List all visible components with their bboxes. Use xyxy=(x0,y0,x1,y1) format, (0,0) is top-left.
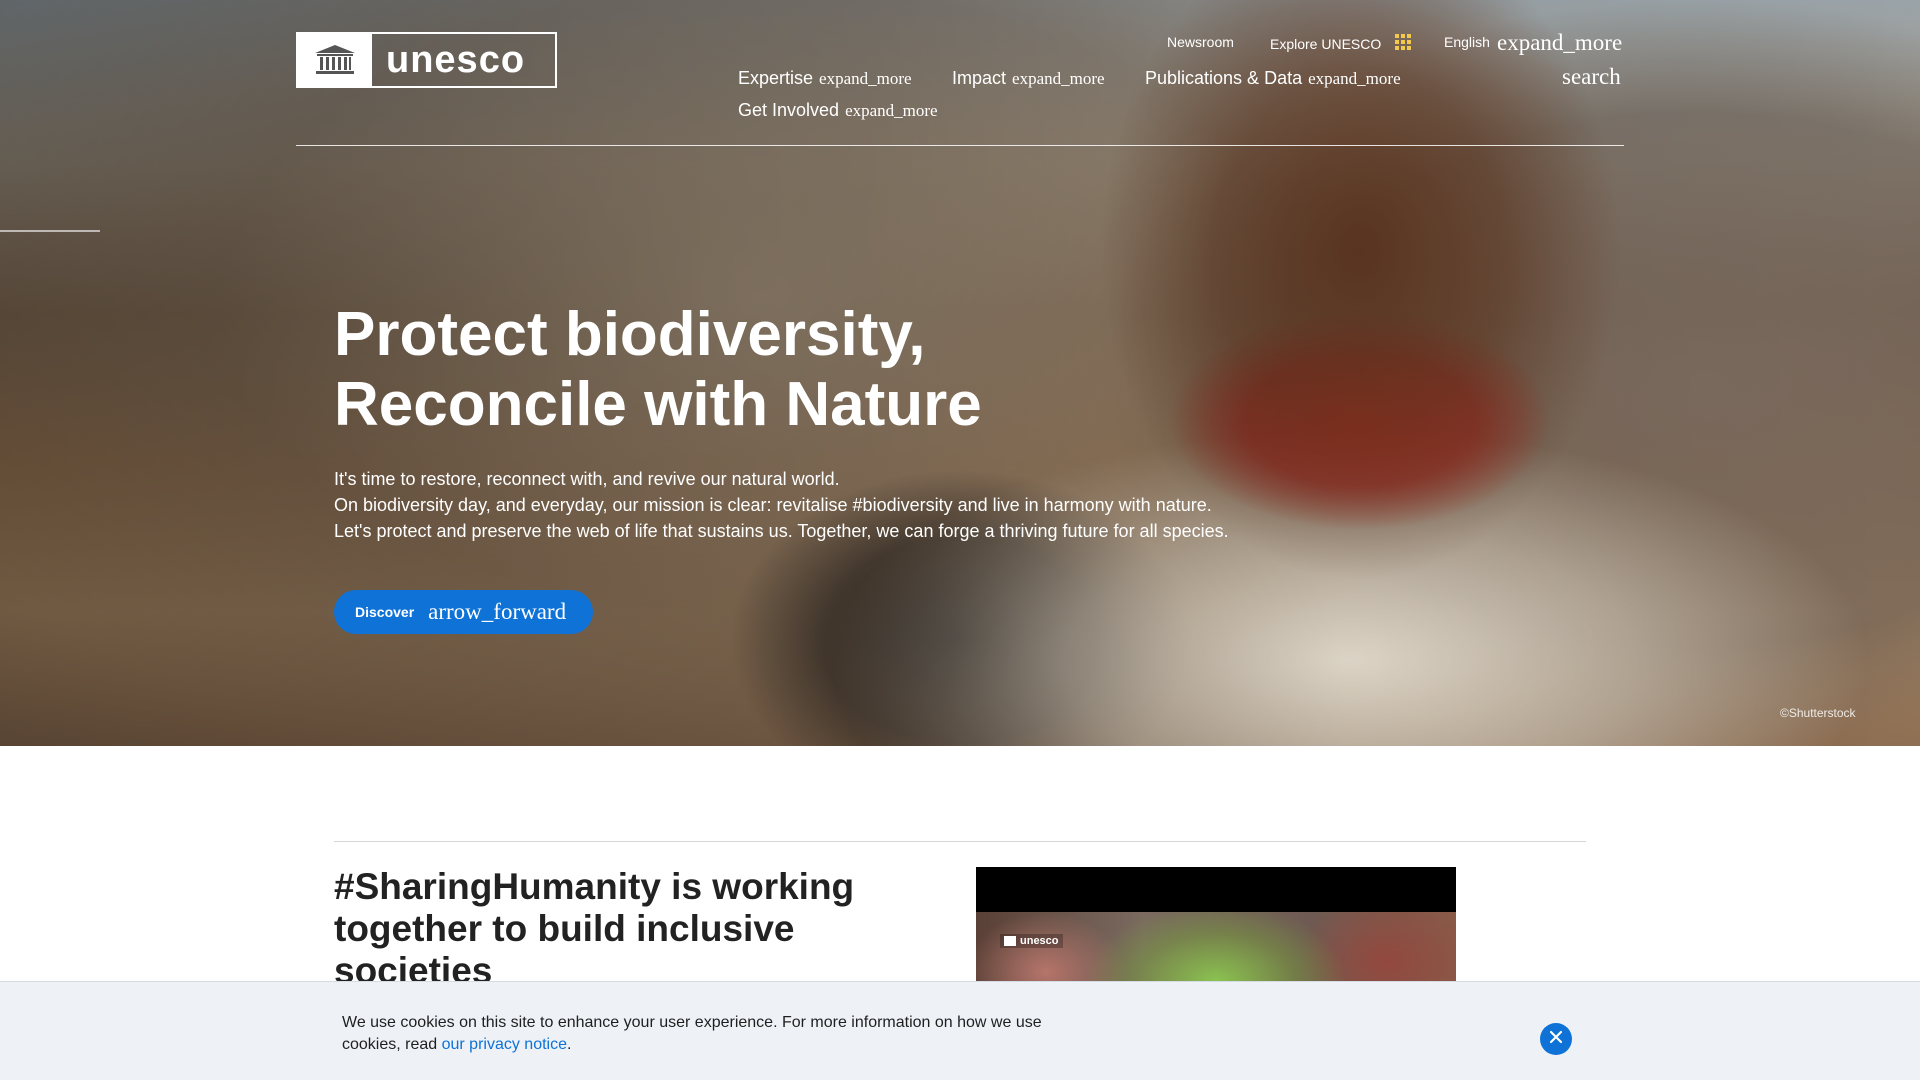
hero-title-line: Reconcile with Nature xyxy=(334,370,982,439)
chevron-down-icon: expand_more xyxy=(819,69,912,88)
hero-title: Protect biodiversity, Reconcile with Nat… xyxy=(334,300,1094,440)
nav-get-involved-label: Get Involved xyxy=(738,100,840,120)
cookie-message: We use cookies on this site to enhance y… xyxy=(342,1012,1102,1056)
newsroom-link[interactable]: Newsroom xyxy=(1167,34,1234,50)
hero-title-line: Protect biodiversity, xyxy=(334,300,926,369)
close-cookie-button[interactable] xyxy=(1540,1023,1572,1055)
video-unesco-logo: unesco xyxy=(1000,934,1063,948)
hero-description-line: On biodiversity day, and everyday, our m… xyxy=(334,495,1212,515)
nav-publications-data[interactable]: Publications & Data expand_more xyxy=(1145,68,1401,89)
chevron-down-icon[interactable]: expand_more xyxy=(1497,30,1622,56)
nav-publications-label: Publications & Data xyxy=(1145,68,1303,88)
photo-credit: ©Shutterstock xyxy=(1780,706,1856,720)
explore-unesco-label: Explore UNESCO xyxy=(1270,35,1382,52)
section-divider xyxy=(334,841,1586,842)
unesco-temple-icon xyxy=(298,34,372,86)
newsroom-label: Newsroom xyxy=(1167,34,1234,50)
nav-expertise-label: Expertise xyxy=(738,68,814,88)
header-divider xyxy=(296,145,1624,146)
apps-grid-icon xyxy=(1395,34,1412,53)
section-title: #SharingHumanity is working together to … xyxy=(334,866,934,992)
arrow-forward-icon: arrow_forward xyxy=(428,599,567,624)
nav-impact[interactable]: Impact expand_more xyxy=(952,68,1105,89)
section-title-line: together to build inclusive xyxy=(334,908,795,949)
search-icon[interactable]: search xyxy=(1562,64,1621,90)
video-logo-text: unesco xyxy=(1020,935,1059,947)
chevron-down-icon: expand_more xyxy=(1012,69,1105,88)
hero-decorative-line xyxy=(0,230,100,232)
explore-unesco-link[interactable]: Explore UNESCO xyxy=(1270,34,1412,53)
hero-description-line: Let's protect and preserve the web of li… xyxy=(334,521,1229,541)
logo-wordmark: unesco xyxy=(386,38,526,81)
chevron-down-icon: expand_more xyxy=(1308,69,1401,88)
unesco-temple-icon xyxy=(1004,936,1016,946)
hero-banner: unesco Newsroom Explore UNESCO English e… xyxy=(0,0,1920,746)
cookie-text-end: . xyxy=(567,1036,572,1053)
hero-description-line: It's time to restore, reconnect with, an… xyxy=(334,469,840,489)
nav-impact-label: Impact xyxy=(952,68,1007,88)
language-label: English xyxy=(1444,34,1490,50)
privacy-notice-link[interactable]: our privacy notice xyxy=(442,1036,567,1053)
discover-button-label: Discover xyxy=(355,604,415,620)
hero-description: It's time to restore, reconnect with, an… xyxy=(334,466,1334,544)
discover-button[interactable]: Discover arrow_forward xyxy=(334,590,593,634)
language-selector[interactable]: English xyxy=(1444,34,1490,50)
chevron-down-icon: expand_more xyxy=(845,101,938,120)
nav-expertise[interactable]: Expertise expand_more xyxy=(738,68,912,89)
section-title-line: #SharingHumanity is working xyxy=(334,866,855,907)
close-icon xyxy=(1549,1030,1563,1049)
unesco-logo[interactable]: unesco xyxy=(296,32,557,88)
cookie-banner: We use cookies on this site to enhance y… xyxy=(0,981,1920,1080)
nav-get-involved[interactable]: Get Involved expand_more xyxy=(738,100,938,121)
